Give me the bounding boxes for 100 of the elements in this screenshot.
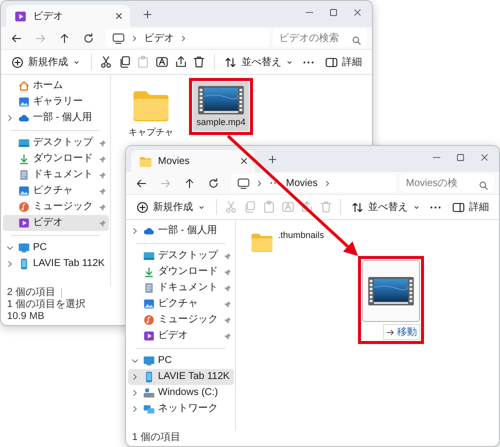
- address-bar[interactable]: Movies: [231, 174, 396, 192]
- film-icon: [368, 276, 414, 306]
- status-text: 10.9 MB: [7, 311, 44, 323]
- details-pane-icon: [324, 56, 338, 68]
- sidebar-item[interactable]: 一部 - 個人用: [3, 110, 109, 126]
- status-text: 2 個の項目: [7, 287, 56, 299]
- copy-icon: [118, 55, 132, 69]
- video-icon: [143, 330, 155, 342]
- computer-icon: [18, 242, 30, 254]
- image-icon: [18, 185, 30, 197]
- breadcrumb[interactable]: Movies: [286, 178, 318, 188]
- sidebar-item[interactable]: ダウンロード: [128, 264, 234, 280]
- maximize-icon: [454, 152, 466, 162]
- home-icon: [18, 80, 30, 92]
- folder-icon: [139, 154, 152, 168]
- sidebar-item[interactable]: ミュージック: [128, 312, 234, 328]
- sidebar-item[interactable]: LAVIE Tab 112K: [3, 256, 109, 272]
- tablet-icon: [18, 258, 30, 270]
- close-icon: [352, 6, 362, 18]
- status-text: 1 個の項目を選択: [7, 299, 86, 311]
- close-icon: [478, 152, 490, 162]
- trash-icon: [192, 55, 206, 69]
- close-icon: [239, 156, 249, 166]
- video-icon: [18, 217, 30, 229]
- sidebar-item[interactable]: PC: [3, 240, 109, 256]
- clipboard-icon: [136, 55, 150, 69]
- new-button[interactable]: 新規作成: [132, 198, 210, 216]
- desktop-icon: [18, 137, 30, 149]
- trash-icon: [318, 200, 333, 214]
- new-button[interactable]: 新規作成: [7, 53, 85, 71]
- sidebar-item[interactable]: Windows (C:): [128, 385, 234, 401]
- sidebar-item[interactable]: ビデオ: [128, 328, 234, 344]
- sidebar-item[interactable]: ピクチャ: [3, 183, 109, 199]
- file-item[interactable]: sample.mp4: [193, 82, 249, 132]
- sidebar-item[interactable]: ピクチャ: [128, 296, 234, 312]
- badge-label: 移動: [397, 326, 417, 339]
- document-icon: [143, 282, 155, 294]
- sidebar-item[interactable]: 一部 - 個人用: [128, 223, 234, 239]
- sidebar-item[interactable]: ダウンロード: [3, 151, 109, 167]
- details-button[interactable]: 詳細: [320, 53, 366, 71]
- add-icon: [11, 56, 24, 68]
- sort-icon: [351, 200, 364, 214]
- sidebar-item[interactable]: デスクトップ: [3, 135, 109, 151]
- tab[interactable]: ビデオ: [6, 5, 130, 27]
- cloud-icon: [18, 112, 30, 124]
- address-bar[interactable]: ビデオ: [106, 29, 269, 47]
- film-icon: [198, 85, 244, 116]
- music-icon: [143, 314, 155, 326]
- chevron-icon: [130, 34, 139, 42]
- sidebar-item[interactable]: LAVIE Tab 112K: [128, 369, 234, 385]
- tab[interactable]: Movies: [131, 150, 255, 172]
- sidebar-item[interactable]: ビデオ: [3, 215, 109, 231]
- drive-icon: [143, 387, 155, 399]
- share-icon: [174, 55, 188, 69]
- sort-icon: [224, 56, 238, 68]
- back-icon: [134, 176, 148, 190]
- status-text: 1 個の項目: [132, 432, 180, 444]
- sidebar-item[interactable]: PC: [128, 353, 234, 369]
- monitor-icon: [112, 32, 125, 44]
- search-icon: [351, 35, 362, 46]
- sidebar-item[interactable]: ミュージック: [3, 199, 109, 215]
- add-icon: [136, 200, 149, 214]
- plus-icon: [142, 8, 152, 20]
- sidebar-item[interactable]: ネットワーク: [128, 401, 234, 417]
- image-icon: [143, 298, 155, 310]
- image-icon: [18, 96, 30, 108]
- details-button[interactable]: 詳細: [448, 198, 493, 216]
- rename-icon: [154, 55, 169, 69]
- rename-icon: [280, 200, 295, 214]
- sidebar-item[interactable]: デスクトップ: [128, 248, 234, 264]
- sidebar-item[interactable]: ホーム: [3, 78, 109, 94]
- forward-icon: [158, 176, 172, 190]
- tablet-icon: [143, 371, 155, 383]
- file-item[interactable]: キャプチャ: [123, 82, 179, 141]
- share-icon: [300, 200, 314, 214]
- search-field[interactable]: ビデオの検索: [273, 29, 367, 47]
- sidebar-item[interactable]: ドキュメント: [128, 280, 234, 296]
- close-icon: [114, 11, 124, 21]
- plus-icon: [266, 154, 278, 164]
- scissors-icon: [224, 200, 238, 214]
- sidebar-item[interactable]: ギャラリー: [3, 94, 109, 110]
- maximize-icon: [328, 6, 338, 18]
- breadcrumb[interactable]: ビデオ: [144, 31, 174, 45]
- chevron-icon: [179, 34, 188, 42]
- sort-button[interactable]: 並べ替え: [220, 53, 298, 71]
- refresh-icon: [82, 32, 94, 44]
- sort-button[interactable]: 並べ替え: [347, 198, 426, 216]
- chevron-icon: [255, 178, 264, 188]
- details-pane-icon: [452, 200, 465, 214]
- computer-icon: [143, 355, 155, 367]
- network-icon: [143, 403, 155, 415]
- clipboard-icon: [262, 200, 276, 214]
- search-icon: [478, 180, 489, 191]
- arrow-icon: [386, 328, 395, 336]
- file-item[interactable]: .thumbnails: [248, 227, 326, 257]
- monitor-icon: [237, 176, 250, 190]
- copy-icon: [243, 200, 258, 214]
- search-field[interactable]: Moviesの検: [400, 174, 494, 192]
- desktop-icon: [143, 250, 155, 262]
- sidebar-item[interactable]: ドキュメント: [3, 167, 109, 183]
